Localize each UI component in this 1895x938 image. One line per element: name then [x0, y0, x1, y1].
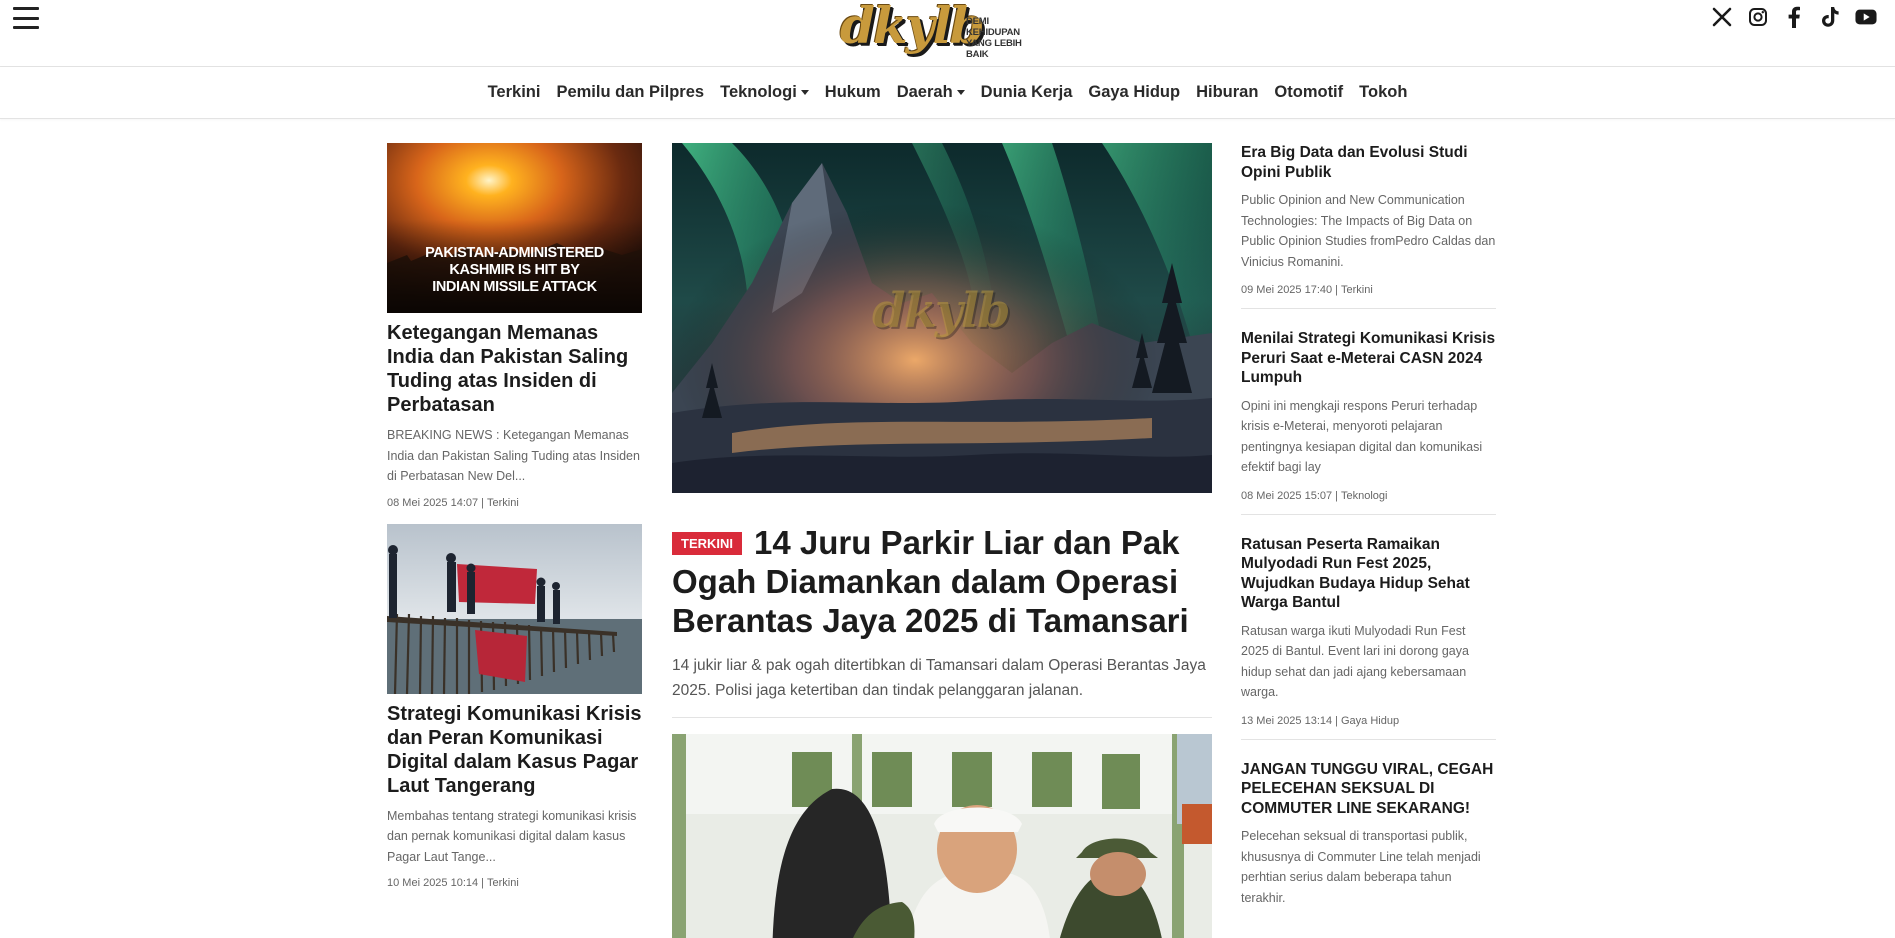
article-category[interactable]: Terkini: [1341, 284, 1373, 296]
article-excerpt: Ratusan warga ikuti Mulyodadi Run Fest 2…: [1241, 623, 1469, 700]
nav-item-hukum[interactable]: Hukum: [817, 83, 889, 102]
article-title[interactable]: Strategi Komunikasi Krisis dan Peran Kom…: [387, 702, 642, 798]
article-image[interactable]: [672, 734, 1212, 938]
article-meta: 08 Mei 2025 14:07 | Terkini: [387, 496, 519, 509]
article-title[interactable]: Menilai Strategi Komunikasi Krisis Perur…: [1241, 329, 1496, 388]
nav-label: Hiburan: [1196, 83, 1259, 101]
article-title[interactable]: Ketegangan Memanas India dan Pakistan Sa…: [387, 321, 642, 417]
thumbnail-caption: PAKISTAN-ADMINISTERED KASHMIR IS HIT BY …: [387, 245, 642, 296]
nav-label: Tokoh: [1359, 83, 1408, 101]
article-excerpt: Public Opinion and New Communication Tec…: [1241, 193, 1496, 269]
nav-label: Daerah: [896, 83, 953, 101]
caption-line-2: KASHMIR IS HIT BY: [449, 262, 580, 278]
logo-tagline: DEMI KEHIDUPAN YANG LEBIH BAIK: [966, 16, 1040, 60]
article-meta: 09 Mei 2025 17:40 | Terkini: [1241, 284, 1373, 296]
article-title[interactable]: JANGAN TUNGGU VIRAL, CEGAH PELECEHAN SEK…: [1241, 760, 1496, 819]
tiktok-icon[interactable]: [1819, 5, 1841, 29]
nav-item-pemilu[interactable]: Pemilu dan Pilpres: [548, 83, 712, 102]
hamburger-menu-icon[interactable]: [13, 7, 39, 29]
list-item: JANGAN TUNGGU VIRAL, CEGAH PELECEHAN SEK…: [1241, 760, 1496, 909]
divider: [672, 717, 1212, 718]
left-column: PAKISTAN-ADMINISTERED KASHMIR IS HIT BY …: [387, 143, 642, 889]
article-category[interactable]: Gaya Hidup: [1341, 715, 1399, 727]
article-meta: 08 Mei 2025 15:07 | Teknologi: [1241, 489, 1388, 502]
article-date: 10 Mei 2025 10:14: [387, 877, 479, 889]
facebook-icon[interactable]: [1783, 5, 1805, 29]
x-icon[interactable]: [1711, 5, 1733, 29]
category-badge[interactable]: TERKINI: [672, 532, 742, 555]
caption-line-3: INDIAN MISSILE ATTACK: [432, 279, 597, 295]
list-item: Menilai Strategi Komunikasi Krisis Perur…: [1241, 329, 1496, 515]
site-logo[interactable]: dkylb DEMI KEHIDUPAN YANG LEBIH BAIK: [840, 0, 1040, 60]
hero-heading: TERKINI 14 Juru Parkir Liar dan Pak Ogah …: [672, 523, 1212, 640]
nav-item-tokoh[interactable]: Tokoh: [1351, 83, 1415, 102]
nav-item-teknologi[interactable]: Teknologi: [712, 83, 817, 102]
article-category[interactable]: Terkini: [487, 877, 519, 889]
tagline-line-2: YANG LEBIH BAIK: [966, 38, 1022, 60]
right-column: Era Big Data dan Evolusi Studi Opini Pub…: [1241, 143, 1496, 908]
article-date: 09 Mei 2025 17:40: [1241, 284, 1333, 296]
nav-label: Teknologi: [720, 83, 797, 101]
article-excerpt: Membahas tentang strategi komunikasi kri…: [387, 808, 637, 864]
article-card: PAKISTAN-ADMINISTERED KASHMIR IS HIT BY …: [387, 143, 642, 509]
nav-label: Dunia Kerja: [980, 83, 1073, 101]
nav-item-daerah[interactable]: Daerah: [889, 83, 973, 102]
article-thumbnail[interactable]: [387, 523, 642, 694]
nav-item-terkini[interactable]: Terkini: [480, 83, 549, 102]
nav-label: Hukum: [824, 83, 881, 101]
article-title[interactable]: Era Big Data dan Evolusi Studi Opini Pub…: [1241, 143, 1496, 182]
article-meta: 13 Mei 2025 13:14 | Gaya Hidup: [1241, 714, 1400, 727]
article-date: 08 Mei 2025 15:07: [1241, 489, 1333, 502]
main-nav: Terkini Pemilu dan Pilpres Teknologi Huk…: [0, 67, 1895, 119]
article-date: 08 Mei 2025 14:07: [387, 496, 479, 509]
main-column: dkylb TERKINI 14 Juru Parkir Liar dan Pak…: [672, 143, 1212, 938]
article-category[interactable]: Teknologi: [1341, 490, 1387, 502]
tagline-line-1: DEMI KEHIDUPAN: [966, 16, 1020, 38]
nav-item-dunia-kerja[interactable]: Dunia Kerja: [973, 83, 1081, 102]
instagram-icon[interactable]: [1747, 5, 1769, 29]
nav-label: Pemilu dan Pilpres: [556, 83, 705, 101]
hero-image[interactable]: dkylb: [672, 143, 1212, 493]
nav-label: Terkini: [487, 83, 541, 101]
chevron-down-icon: [956, 90, 965, 96]
article-excerpt: Opini ini mengkaji respons Peruri terhad…: [1241, 398, 1483, 475]
article-title[interactable]: Ratusan Peserta Ramaikan Mulyodadi Run F…: [1241, 535, 1496, 613]
article-excerpt: BREAKING NEWS : Ketegangan Memanas India…: [387, 428, 640, 483]
nav-item-gaya-hidup[interactable]: Gaya Hidup: [1080, 83, 1188, 102]
site-header: dkylb DEMI KEHIDUPAN YANG LEBIH BAIK: [0, 0, 1895, 67]
article-category[interactable]: Terkini: [487, 497, 519, 509]
social-links: [1711, 5, 1877, 29]
caption-line-1: PAKISTAN-ADMINISTERED: [425, 245, 604, 261]
article-card: Strategi Komunikasi Krisis dan Peran Kom…: [387, 523, 642, 889]
nav-item-otomotif[interactable]: Otomotif: [1266, 83, 1351, 102]
article-excerpt: Pelecehan seksual di transportasi publik…: [1241, 829, 1481, 905]
logo-wordmark: dkylb: [840, 0, 985, 55]
article-meta: 10 Mei 2025 10:14 | Terkini: [387, 877, 519, 889]
youtube-icon[interactable]: [1855, 5, 1877, 29]
chevron-down-icon: [800, 90, 809, 96]
nav-label: Gaya Hidup: [1088, 83, 1181, 101]
article-thumbnail[interactable]: PAKISTAN-ADMINISTERED KASHMIR IS HIT BY …: [387, 143, 642, 313]
list-item: Ratusan Peserta Ramaikan Mulyodadi Run F…: [1241, 535, 1496, 740]
nav-label: Otomotif: [1274, 83, 1344, 101]
article-date: 13 Mei 2025 13:14: [1241, 714, 1333, 727]
hero-excerpt: 14 jukir liar & pak ogah ditertibkan di …: [672, 657, 1206, 699]
watermark-logo: dkylb: [872, 283, 1011, 339]
hero-title[interactable]: 14 Juru Parkir Liar dan Pak Ogah Diamank…: [672, 524, 1189, 639]
nav-item-hiburan[interactable]: Hiburan: [1188, 83, 1266, 102]
list-item: Era Big Data dan Evolusi Studi Opini Pub…: [1241, 143, 1496, 309]
